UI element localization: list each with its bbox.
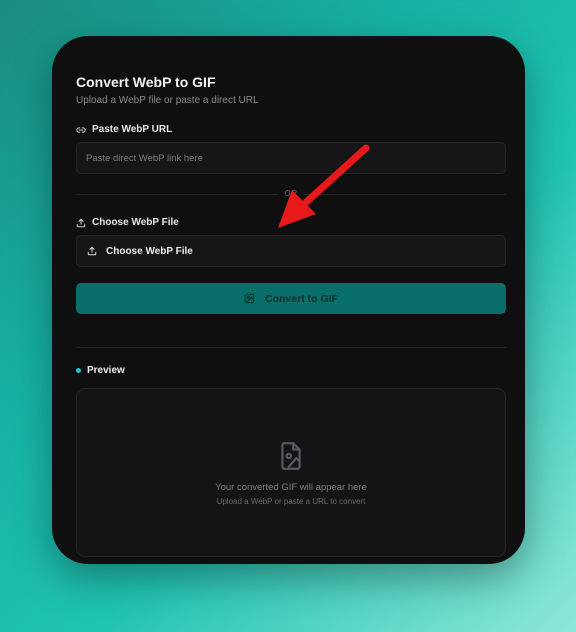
page-background: { "card": { "title": "Convert WebP to GI… xyxy=(0,0,576,632)
url-section-label: Paste WebP URL xyxy=(76,124,172,135)
choose-file-button[interactable]: Choose WebP File xyxy=(76,235,506,267)
status-dot-icon xyxy=(76,368,81,373)
file-section-label: Choose WebP File xyxy=(76,217,179,228)
card-subtitle: Upload a WebP file or paste a direct URL xyxy=(76,95,259,106)
file-label-text: Choose WebP File xyxy=(92,217,179,228)
convert-button-label: Convert to GIF xyxy=(265,292,338,305)
url-label-text: Paste WebP URL xyxy=(92,124,173,135)
card-title: Convert WebP to GIF xyxy=(76,74,216,90)
section-divider xyxy=(76,347,506,348)
card-content: Convert WebP to GIF Upload a WebP file o… xyxy=(76,36,506,564)
preview-empty-subtitle: Upload a WebP or paste a URL to convert xyxy=(216,497,366,506)
preview-empty-title: Your converted GIF will appear here xyxy=(215,482,367,493)
converter-card: Convert WebP to GIF Upload a WebP file o… xyxy=(52,36,525,564)
preview-label-text: Preview xyxy=(87,365,125,376)
upload-icon xyxy=(76,218,86,227)
upload-icon xyxy=(87,246,97,256)
convert-to-gif-button[interactable]: Convert to GIF xyxy=(76,283,506,314)
preview-area: Your converted GIF will appear here Uplo… xyxy=(76,388,506,557)
file-image-icon xyxy=(281,442,301,470)
choose-file-button-label: Choose WebP File xyxy=(106,245,193,257)
preview-section-label: Preview xyxy=(76,365,125,376)
image-icon xyxy=(244,293,255,304)
link-icon xyxy=(76,126,86,133)
red-annotation-arrow-icon xyxy=(278,144,370,228)
